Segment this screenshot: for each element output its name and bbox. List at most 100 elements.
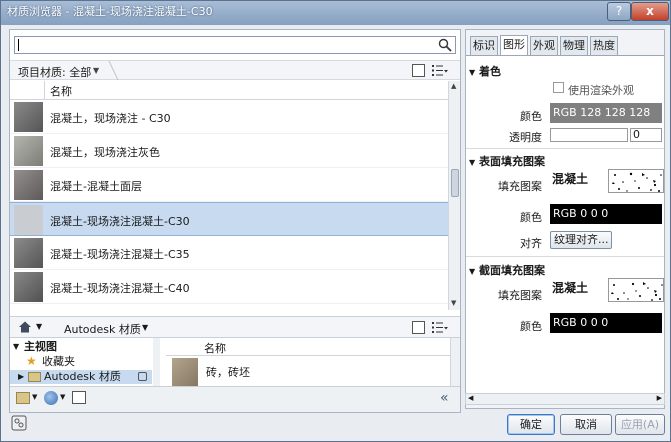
project-filter-dropdown[interactable]: 项目材质: 全部 [18, 64, 91, 80]
material-swatch [172, 358, 198, 386]
library-folder-icon[interactable] [16, 392, 30, 404]
cut-pattern-swatch[interactable] [608, 278, 664, 302]
help-button[interactable]: ? [607, 2, 631, 21]
scroll-down-icon[interactable]: ▼ [451, 299, 456, 307]
material-swatch [14, 170, 43, 200]
chevron-down-icon[interactable]: ▼ [32, 393, 37, 401]
surface-pattern-swatch[interactable] [608, 169, 664, 193]
asset-editor-icon[interactable] [72, 391, 86, 404]
chevron-down-icon[interactable]: ▼ [36, 322, 42, 331]
material-swatch [14, 238, 43, 268]
collapse-icon[interactable]: ▼ [469, 158, 475, 167]
material-swatch [14, 136, 43, 166]
collapse-icon[interactable]: « [440, 390, 449, 406]
panel-view-icon[interactable] [412, 321, 425, 334]
project-materials-bar: 项目材质: 全部 ▼ [10, 60, 460, 80]
use-render-checkbox[interactable] [553, 82, 564, 93]
expand-icon[interactable]: ▶ [18, 370, 24, 384]
shading-color-swatch[interactable]: RGB 128 128 128 [550, 103, 662, 123]
transparency-input[interactable]: 0 [630, 128, 662, 142]
surface-color-swatch[interactable]: RGB 0 0 0 [550, 204, 662, 224]
breadcrumb-separator [99, 61, 119, 80]
scroll-right-icon[interactable]: ▶ [657, 394, 662, 402]
home-icon[interactable] [18, 320, 32, 334]
chevron-down-icon[interactable]: ▼ [93, 66, 99, 75]
title-bar: 材质浏览器 - 混凝土-现场浇注混凝土-C30 [1, 1, 670, 25]
surface-pattern-name[interactable]: 混凝土 [552, 168, 588, 190]
cut-pattern-name[interactable]: 混凝土 [552, 277, 588, 299]
material-row[interactable]: 混凝土，现场浇注 - C30 [10, 100, 448, 134]
material-row[interactable]: 混凝土-现场浇注混凝土-C35 [10, 236, 448, 270]
tree-item-home[interactable]: ▼ 主视图 [10, 340, 152, 354]
close-button[interactable]: x [631, 2, 669, 21]
tree-scrollbar[interactable] [153, 338, 160, 386]
surface-fill-label: 填充图案 [498, 180, 542, 193]
library-column-header[interactable]: 名称 [166, 338, 450, 356]
text-caret [18, 39, 19, 51]
material-row[interactable]: 混凝土-现场浇注混凝土-C40 [10, 270, 448, 304]
name-column-label: 名称 [50, 85, 72, 98]
concrete-pattern-icon [611, 282, 663, 301]
expand-icon[interactable]: ▼ [13, 340, 19, 354]
project-material-list: 混凝土，现场浇注 - C30 混凝土，现场浇注灰色 混凝土-混凝土面层 混凝土-… [10, 100, 448, 310]
material-browser-options-icon[interactable] [11, 415, 27, 431]
library-toolbar: ▼ ▼ « [10, 386, 460, 412]
list-view-icon[interactable] [432, 321, 448, 334]
search-icon[interactable] [438, 38, 452, 52]
project-list-scrollbar[interactable]: ▲ ▼ [448, 81, 460, 310]
library-material-name[interactable]: 砖，砖坯 [206, 364, 250, 380]
texture-align-button[interactable]: 纹理对齐... [550, 231, 612, 249]
search-input[interactable] [14, 36, 456, 54]
material-row[interactable]: 混凝土-混凝土面层 [10, 168, 448, 202]
project-column-header[interactable]: 名称 [10, 81, 450, 100]
list-view-icon[interactable] [432, 64, 448, 77]
transparency-slider[interactable] [550, 128, 628, 142]
material-swatch [14, 272, 43, 302]
library-bar: ▼ Autodesk 材质 ▼ [10, 316, 460, 338]
name-column-label: 名称 [204, 342, 226, 355]
material-row-selected[interactable]: 混凝土-现场浇注混凝土-C30 [10, 202, 448, 236]
ok-button[interactable]: 确定 [507, 414, 555, 435]
star-icon: ★ [26, 354, 37, 368]
material-row[interactable]: 混凝土，现场浇注灰色 [10, 134, 448, 168]
collapse-icon[interactable]: ▼ [469, 267, 475, 276]
tab-thermal[interactable]: 热度 [590, 36, 618, 55]
scroll-up-icon[interactable]: ▲ [451, 82, 456, 90]
tree-item-autodesk-materials[interactable]: ▶ Autodesk 材质 [10, 370, 152, 384]
window-title: 材质浏览器 - 混凝土-现场浇注混凝土-C30 [7, 5, 213, 18]
chevron-down-icon[interactable]: ▼ [142, 323, 148, 332]
scroll-left-icon[interactable]: ◀ [468, 394, 473, 402]
properties-hscrollbar[interactable]: ◀ ▶ [465, 393, 665, 405]
tab-appearance[interactable]: 外观 [530, 36, 558, 55]
left-pane: 项目材质: 全部 ▼ 名称 混凝土，现场浇注 - C30 混凝土，现场浇注灰色 [9, 29, 461, 413]
library-breadcrumb[interactable]: Autodesk 材质 [64, 321, 141, 337]
material-swatch [14, 205, 43, 235]
tab-physical[interactable]: 物理 [560, 36, 588, 55]
cut-color-label: 颜色 [520, 320, 542, 333]
cut-pattern-section-header[interactable]: ▼ 截面填充图案 [469, 262, 545, 278]
material-name: 混凝土-混凝土面层 [50, 180, 142, 193]
material-swatch [14, 102, 43, 132]
material-name: 混凝土，现场浇注灰色 [50, 146, 160, 159]
collapse-icon[interactable]: ▼ [469, 68, 475, 77]
use-render-appearance[interactable]: 使用渲染外观 [466, 82, 664, 97]
apply-button[interactable]: 应用(A) [615, 414, 665, 435]
align-label: 对齐 [520, 237, 542, 250]
tree-item-favorites[interactable]: ★ 收藏夹 [10, 355, 152, 369]
surface-pattern-section-header[interactable]: ▼ 表面填充图案 [469, 153, 545, 169]
library-list-scrollbar[interactable] [450, 338, 460, 386]
tab-identity[interactable]: 标识 [470, 36, 498, 55]
properties-pane: 标识 图形 外观 物理 热度 ▼ 着色 使用渲染外观 颜色 RGB 128 12… [465, 29, 665, 409]
create-material-icon[interactable] [44, 391, 58, 405]
panel-view-icon[interactable] [412, 64, 425, 77]
graphics-properties: ▼ 着色 使用渲染外观 颜色 RGB 128 128 128 透明度 0 ▼ 表… [466, 55, 664, 405]
cancel-button[interactable]: 取消 [560, 414, 612, 435]
cut-color-swatch[interactable]: RGB 0 0 0 [550, 313, 662, 333]
lock-icon [138, 372, 147, 381]
shading-section-header[interactable]: ▼ 着色 [469, 63, 501, 79]
material-name: 混凝土-现场浇注混凝土-C40 [50, 282, 190, 295]
chevron-down-icon[interactable]: ▼ [60, 393, 65, 401]
scrollbar-thumb[interactable] [451, 169, 459, 197]
tab-graphics[interactable]: 图形 [500, 35, 528, 55]
material-name: 混凝土-现场浇注混凝土-C30 [50, 215, 190, 228]
